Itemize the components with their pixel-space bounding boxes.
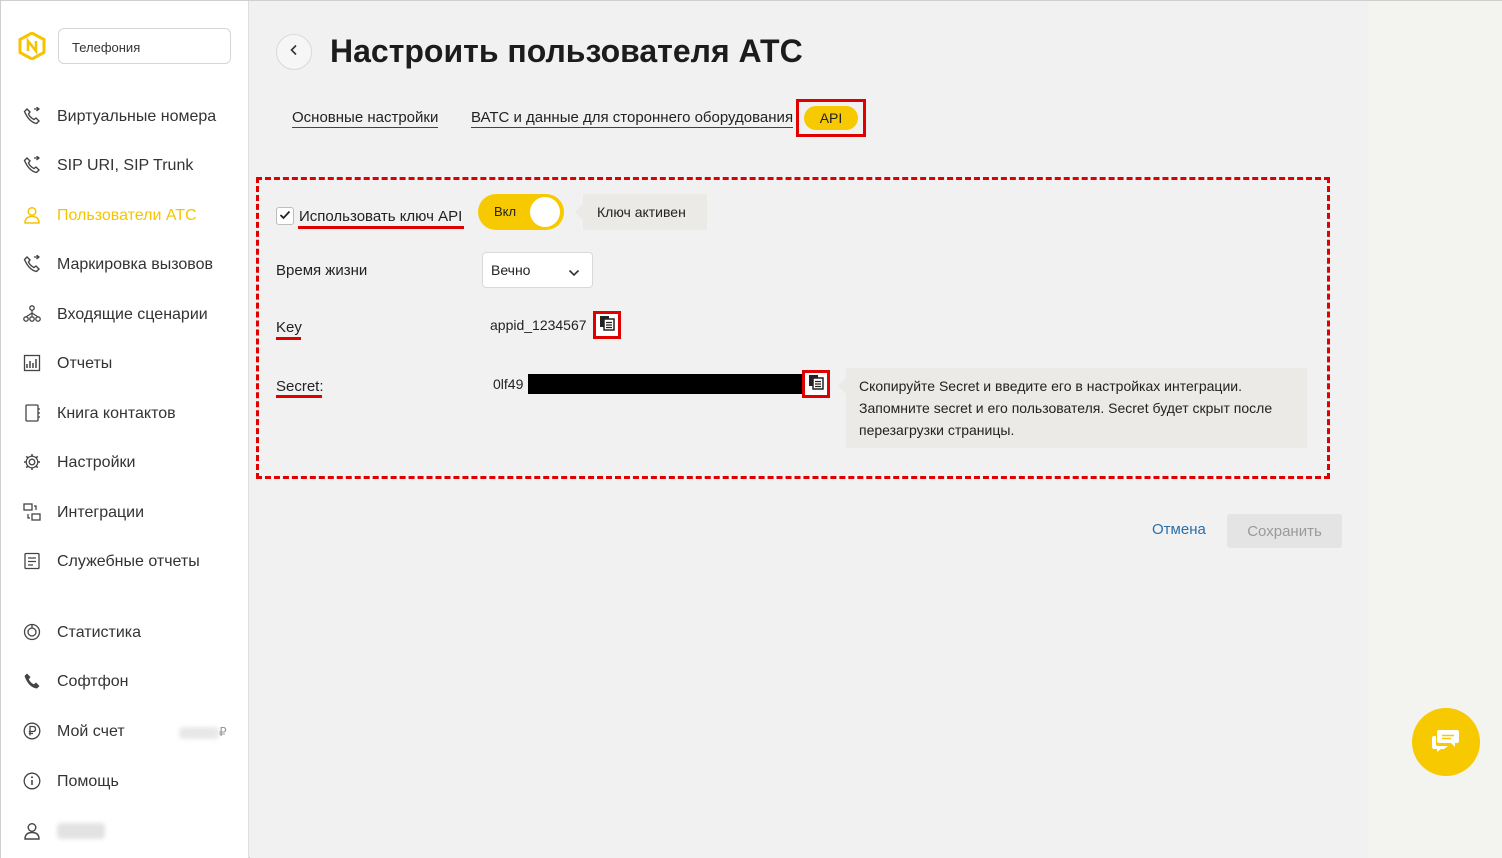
sidebar-item-virtual-numbers[interactable]: Виртуальные номера [1,96,249,136]
key-status-badge: Ключ активен [575,194,707,230]
sidebar-item-incoming-scenarios[interactable]: Входящие сценарии [1,294,249,334]
sidebar-item-label: Служебные отчеты [57,553,200,570]
chevron-left-icon [289,43,299,61]
sidebar-item-label: Маркировка вызовов [57,256,214,273]
lifetime-value: Вечно [491,262,531,278]
sidebar-item-sip-uri[interactable]: SIP URI, SIP Trunk [1,145,249,185]
scenario-tree-icon [22,304,42,324]
toggle-label: Вкл [494,204,517,219]
cancel-button[interactable]: Отмена [1152,521,1206,538]
sidebar-item-reports[interactable]: Отчеты [1,343,249,383]
section-select[interactable]: Телефония [58,28,231,64]
sidebar-item-contact-book[interactable]: Книга контактов [1,393,249,433]
sidebar-item-label: Пользователи АТС [57,207,197,224]
ruble-icon [22,721,42,741]
logo-icon[interactable] [18,31,46,61]
statistics-icon [22,622,42,642]
copy-icon [599,315,615,336]
user-icon [22,821,42,841]
chat-button[interactable] [1412,708,1480,776]
sidebar-item-label: Виртуальные номера [57,108,217,125]
user-icon [22,205,42,225]
tab-main-settings[interactable]: Основные настройки [292,109,439,128]
page-title: Настроить пользователя АТС [330,33,803,69]
sidebar-item-pbx-users[interactable]: Пользователи АТС [1,195,249,235]
report-chart-icon [22,353,42,373]
sidebar-item-service-reports[interactable]: Служебные отчеты [1,541,249,581]
use-api-key-label[interactable]: Использовать ключ API [299,208,462,225]
copy-icon [808,374,824,395]
phone-forward-icon [22,155,42,175]
sidebar-item-call-marking[interactable]: Маркировка вызовов [1,244,249,284]
sidebar-item-label: Софтфон [57,673,129,690]
secret-value: 0lf49 [493,376,524,392]
lifetime-select[interactable]: Вечно [482,252,593,288]
sidebar-item-label: Помощь [57,773,119,790]
sidebar-item-settings[interactable]: Настройки [1,442,249,482]
sidebar-item-label: SIP URI, SIP Trunk [57,157,194,174]
key-value: appid_1234567 [490,317,587,333]
user-name [57,823,105,839]
sidebar-item-label: Настройки [57,454,136,471]
secret-redaction [528,374,802,394]
sidebar: Телефония Виртуальные номера SIP URI, SI… [1,1,249,858]
api-key-toggle[interactable]: Вкл [478,194,564,230]
back-button[interactable] [276,34,312,70]
toggle-knob [530,197,560,227]
phone-forward-icon [22,254,42,274]
sidebar-item-my-account[interactable]: Мой счет ₽ [1,711,249,751]
sidebar-item-label: Статистика [57,624,142,641]
key-label: Key [276,319,302,336]
sidebar-item-label: Книга контактов [57,405,176,422]
sidebar-item-label: Отчеты [57,355,113,372]
phone-icon [22,671,42,691]
account-balance [179,727,219,739]
currency-sign: ₽ [219,725,227,739]
sidebar-item-label: Входящие сценарии [57,306,208,323]
copy-key-button[interactable] [593,311,621,339]
phone-forward-icon [22,106,42,126]
sidebar-item-profile[interactable] [1,811,249,851]
lifetime-label: Время жизни [276,262,368,279]
sidebar-item-label: Интеграции [57,504,145,521]
chevron-down-icon [568,264,580,280]
sidebar-item-integrations[interactable]: Интеграции [1,492,249,532]
tab-api[interactable]: API [804,106,858,130]
annotation-underline [298,226,464,229]
tab-vats-equipment[interactable]: ВАТС и данные для стороннего оборудовани… [471,109,794,128]
checkmark-icon [279,207,291,225]
sidebar-item-statistics[interactable]: Статистика [1,612,249,652]
sidebar-item-help[interactable]: Помощь [1,761,249,801]
sidebar-item-label: Мой счет [57,723,125,740]
annotation-underline [276,395,322,398]
copy-secret-button[interactable] [802,370,830,398]
secret-hint-tooltip: Скопируйте Secret и введите его в настро… [838,368,1307,448]
sidebar-item-softphone[interactable]: Софтфон [1,661,249,701]
use-api-key-checkbox[interactable] [276,207,294,225]
gear-icon [22,452,42,472]
save-button[interactable]: Сохранить [1227,514,1342,548]
chat-bubbles-icon [1431,727,1461,758]
contact-book-icon [22,403,42,423]
info-icon [22,771,42,791]
document-list-icon [22,551,42,571]
annotation-underline [276,337,301,340]
integration-icon [22,502,42,522]
secret-label: Secret: [276,378,324,395]
